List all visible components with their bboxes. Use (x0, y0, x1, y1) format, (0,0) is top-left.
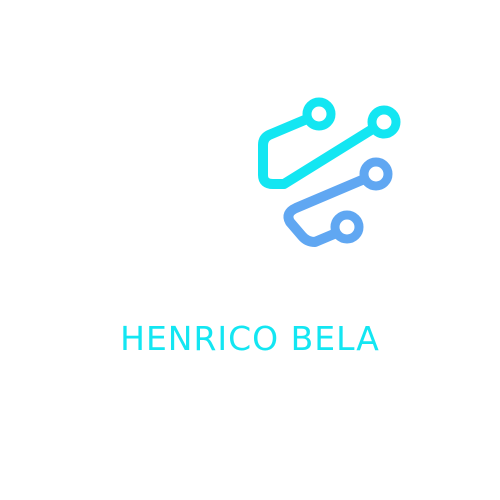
cyan-node-left (302, 97, 336, 131)
logo-canvas: HENRICO BELA (0, 0, 500, 500)
cyan-node-right (367, 105, 401, 139)
circuit-nodes-icon (258, 97, 401, 247)
blue-node-upper (359, 157, 393, 191)
blue-node-lower (330, 210, 364, 244)
brand-name: HENRICO BELA (120, 319, 380, 358)
